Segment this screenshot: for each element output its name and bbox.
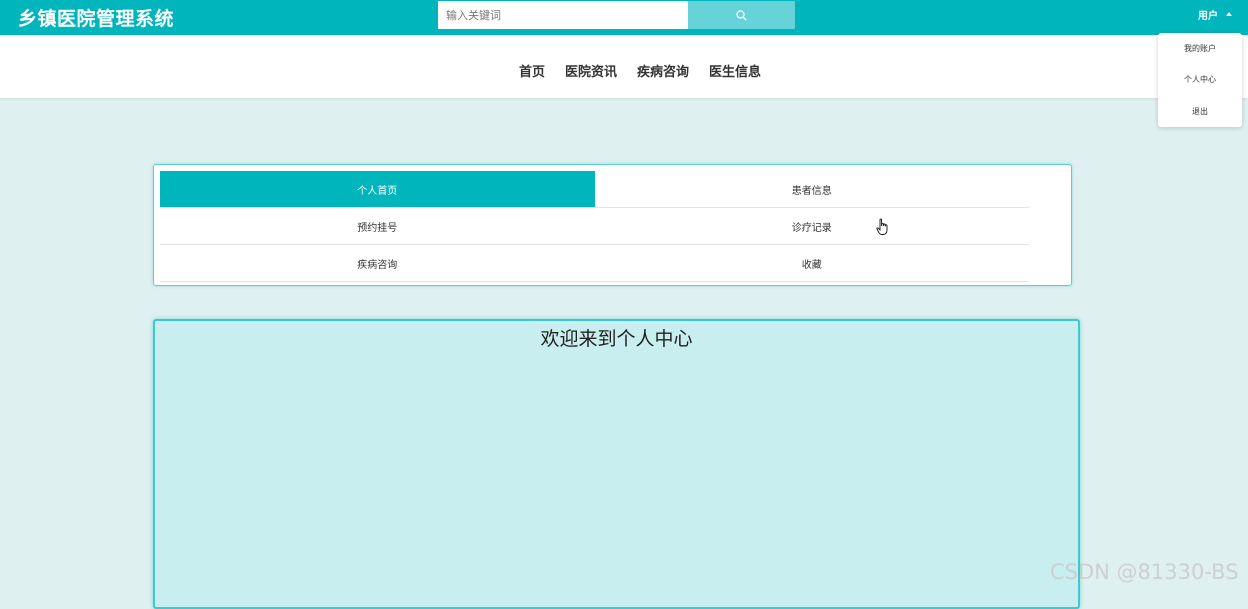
search-button[interactable]: [688, 1, 795, 29]
dropdown-item-personal-center[interactable]: 个人中心: [1158, 74, 1242, 85]
dropdown-item-logout[interactable]: 退出: [1158, 106, 1242, 117]
hand-cursor-icon: [876, 218, 888, 235]
menu-item-personal-home[interactable]: 个人首页: [160, 171, 595, 207]
search-input[interactable]: [438, 1, 688, 29]
menu-item-favorites[interactable]: 收藏: [595, 245, 1030, 281]
menu-row: 预约挂号 诊疗记录: [160, 208, 1029, 245]
menu-item-patient-info[interactable]: 患者信息: [595, 171, 1030, 207]
dropdown-item-my-account[interactable]: 我的账户: [1158, 43, 1242, 54]
user-label: 用户: [1198, 10, 1218, 22]
user-dropdown: 我的账户 个人中心 退出: [1158, 33, 1242, 127]
search-icon: [736, 9, 747, 20]
top-bar: 乡镇医院管理系统 用户: [0, 0, 1248, 35]
user-menu-toggle[interactable]: 用户: [1198, 7, 1232, 22]
menu-item-treatment-records[interactable]: 诊疗记录: [595, 208, 1030, 244]
menu-item-disease-consult[interactable]: 疾病咨询: [160, 245, 595, 281]
nav-item-doctor-info[interactable]: 医生信息: [709, 61, 761, 80]
nav-item-hospital-news[interactable]: 医院资讯: [565, 61, 617, 80]
menu-row: 个人首页 患者信息: [160, 171, 1029, 208]
main-nav: 首页 医院资讯 疾病咨询 医生信息: [0, 35, 1248, 98]
watermark: CSDN @81330-BS: [1050, 560, 1239, 584]
welcome-title: 欢迎来到个人中心: [540, 328, 693, 350]
content-panel: 欢迎来到个人中心: [153, 319, 1080, 609]
nav-item-home[interactable]: 首页: [519, 61, 545, 80]
menu-item-appointment[interactable]: 预约挂号: [160, 208, 595, 244]
personal-center-menu: 个人首页 患者信息 预约挂号 诊疗记录 疾病咨询 收藏: [153, 164, 1072, 286]
menu-row: 疾病咨询 收藏: [160, 245, 1029, 282]
nav-item-disease-consult[interactable]: 疾病咨询: [637, 61, 689, 80]
app-title: 乡镇医院管理系统: [18, 8, 175, 30]
caret-up-icon: [1226, 12, 1232, 16]
